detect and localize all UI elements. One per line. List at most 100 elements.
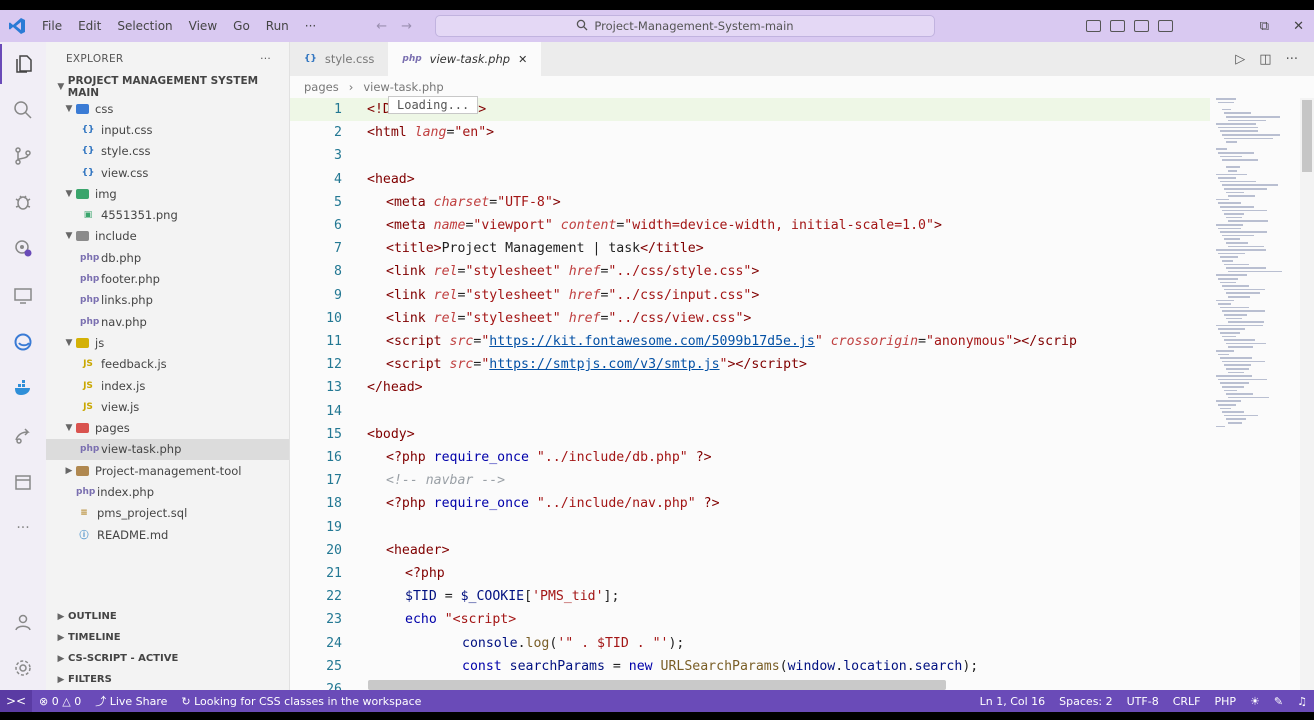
folder-item[interactable]: ▼ js (46, 332, 289, 353)
code-line[interactable]: 3 (290, 144, 1210, 167)
menu-item[interactable]: Selection (109, 10, 180, 42)
file-item[interactable]: php index.php (46, 481, 289, 502)
menu-item[interactable]: File (34, 10, 70, 42)
code-line[interactable]: 8 <link rel="stylesheet" href="../css/sty… (290, 260, 1210, 283)
editor-tab[interactable]: php view-task.php ✕ (388, 42, 542, 76)
close-tab-icon[interactable]: ✕ (518, 53, 527, 66)
close-window-icon[interactable]: ✕ (1293, 19, 1304, 34)
code-line[interactable]: 15 <body> (290, 423, 1210, 446)
more-actions-icon[interactable]: ··· (1286, 52, 1298, 67)
file-item[interactable]: php nav.php (46, 311, 289, 332)
explorer-more-actions[interactable]: ··· (260, 53, 271, 65)
search-view-icon[interactable] (0, 90, 46, 130)
file-encoding[interactable]: UTF-8 (1120, 695, 1166, 708)
code-line[interactable]: 2 <html lang="en"> (290, 121, 1210, 144)
explorer-icon[interactable] (0, 44, 46, 84)
code-line[interactable]: 5 <meta charset="UTF-8"> (290, 191, 1210, 214)
cursor-position[interactable]: Ln 1, Col 16 (973, 695, 1053, 708)
file-item[interactable]: JS index.js (46, 375, 289, 396)
sidebar-section-header[interactable]: ▶ FILTERS (46, 669, 290, 690)
code-line[interactable]: 21 <?php (290, 562, 1210, 585)
toggle-primary-sidebar-icon[interactable] (1086, 20, 1101, 32)
docker-icon[interactable] (0, 368, 46, 408)
source-control-icon[interactable] (0, 136, 46, 176)
horizontal-scrollbar[interactable] (368, 680, 946, 690)
sidebar-section-header[interactable]: ▶ TIMELINE (46, 627, 290, 648)
breadcrumb-item[interactable]: pages (304, 80, 339, 94)
language-mode[interactable]: PHP (1207, 695, 1243, 708)
restore-window-icon[interactable]: ⧉ (1260, 19, 1269, 34)
code-line[interactable]: 11 <script src = "https://kit.fontawesome.c… (290, 330, 1210, 353)
run-debug-icon[interactable] (0, 182, 46, 222)
code-line[interactable]: 17 <!-- navbar --> (290, 469, 1210, 492)
file-item[interactable]: php footer.php (46, 268, 289, 289)
file-item[interactable]: php view-task.php (46, 438, 289, 461)
extensions-settings-icon[interactable] (0, 228, 46, 268)
back-arrow-icon[interactable]: ← (376, 19, 387, 34)
sidebar-section-header[interactable]: ▶ OUTLINE (46, 606, 290, 627)
problems-indicator[interactable]: ⊗ 0 △ 0 (32, 695, 88, 708)
folder-item[interactable]: ▼ include (46, 226, 289, 247)
menu-item[interactable]: ··· (297, 10, 324, 42)
menu-item[interactable]: View (181, 10, 225, 42)
menu-item[interactable]: Run (258, 10, 297, 42)
indentation[interactable]: Spaces: 2 (1052, 695, 1119, 708)
file-item[interactable]: {} input.css (46, 119, 289, 140)
forward-arrow-icon[interactable]: → (401, 19, 412, 34)
vertical-scrollbar[interactable] (1300, 98, 1314, 690)
code-line[interactable]: 25 const searchParams = new URLSearchPara… (290, 655, 1210, 678)
code-line[interactable]: 12 <script src="https://smtpjs.com/v3/smt… (290, 353, 1210, 376)
folder-item[interactable]: ▼ css (46, 98, 289, 119)
vertical-scrollbar-thumb[interactable] (1302, 100, 1312, 172)
code-line[interactable]: 10 <link rel="stylesheet" href="../css/vi… (290, 307, 1210, 330)
toggle-secondary-sidebar-icon[interactable] (1134, 20, 1149, 32)
menu-item[interactable]: Edit (70, 10, 109, 42)
code-line[interactable]: 22 $TID = $_COOKIE['PMS_tid']; (290, 585, 1210, 608)
edge-devtools-icon[interactable] (0, 322, 46, 362)
run-icon[interactable]: ▷ (1235, 52, 1245, 67)
code-line[interactable]: 24 console.log('" . $TID . "'); (290, 632, 1210, 655)
folder-item[interactable]: ▼ pages (46, 417, 289, 438)
copilot-icon[interactable]: ☀ (1243, 695, 1267, 708)
code-line[interactable]: 20 <header> (290, 539, 1210, 562)
file-item[interactable]: JS feedback.js (46, 354, 289, 375)
toggle-panel-icon[interactable] (1110, 20, 1125, 32)
live-share-button[interactable]: ⤴ Live Share (88, 693, 174, 709)
end-of-line[interactable]: CRLF (1166, 695, 1208, 708)
notifications-bell-icon[interactable]: ♫ (1290, 695, 1314, 708)
file-item[interactable]: ▣ 4551351.png (46, 204, 289, 225)
editor-tab[interactable]: {} style.css (290, 42, 388, 76)
remote-windows-icon[interactable] (0, 462, 46, 502)
file-item[interactable]: ≡ pms_project.sql (46, 503, 289, 524)
code-line[interactable]: 19 (290, 516, 1210, 539)
customize-layout-icon[interactable] (1158, 20, 1173, 32)
file-item[interactable]: {} style.css (46, 141, 289, 162)
remote-explorer-icon[interactable] (0, 276, 46, 316)
code-line[interactable]: 23 echo "<script> (290, 608, 1210, 631)
minimap[interactable] (1216, 98, 1300, 438)
code-line[interactable]: 7 <title>Project Management | task</title… (290, 237, 1210, 260)
manage-gear-icon[interactable] (0, 648, 46, 688)
menu-item[interactable]: Go (225, 10, 258, 42)
sidebar-section-header[interactable]: ▶ CS-SCRIPT - ACTIVE (46, 648, 290, 669)
code-line[interactable]: 14 (290, 400, 1210, 423)
folder-item[interactable]: ▶ Project-management-tool (46, 460, 289, 481)
more-views-icon[interactable]: ··· (0, 508, 46, 548)
file-item[interactable]: php db.php (46, 247, 289, 268)
accounts-icon[interactable] (0, 602, 46, 642)
code-line[interactable]: 6 <meta name="viewport" content="width=de… (290, 214, 1210, 237)
feedback-icon[interactable]: ✎ (1267, 695, 1290, 708)
command-center-search[interactable]: Project-Management-System-main (435, 15, 935, 37)
file-item[interactable]: php links.php (46, 290, 289, 311)
breadcrumb-item[interactable]: view-task.php (363, 80, 443, 94)
file-item[interactable]: ⓘ README.md (46, 524, 289, 545)
split-editor-icon[interactable]: ◫ (1259, 52, 1271, 67)
file-item[interactable]: JS view.js (46, 396, 289, 417)
code-line[interactable]: 13 </head> (290, 376, 1210, 399)
file-item[interactable]: {} view.css (46, 162, 289, 183)
remote-indicator[interactable]: >< (0, 690, 32, 712)
live-share-icon[interactable] (0, 416, 46, 456)
folder-item[interactable]: ▼ img (46, 183, 289, 204)
code-line[interactable]: 9 <link rel="stylesheet" href="../css/inp… (290, 284, 1210, 307)
workspace-root[interactable]: ▼ PROJECT MANAGEMENT SYSTEM MAIN (46, 75, 289, 99)
